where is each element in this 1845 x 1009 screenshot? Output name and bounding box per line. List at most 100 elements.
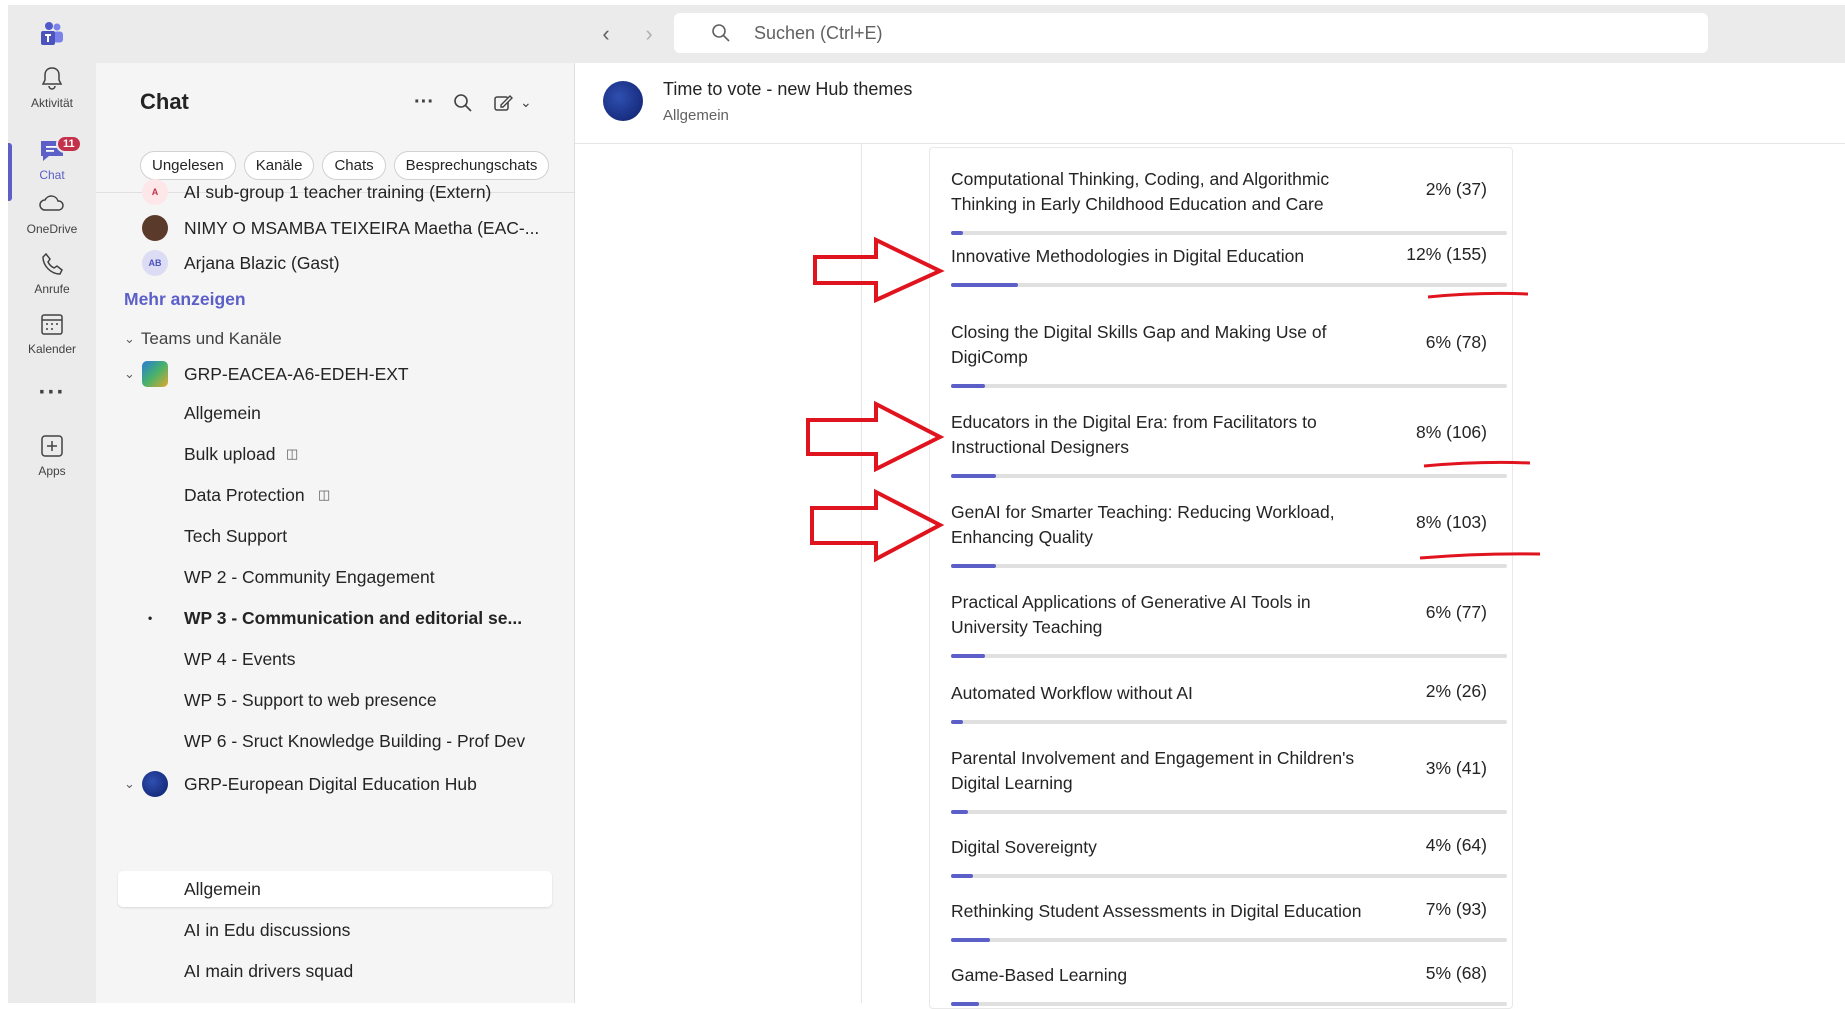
conversation-header: Time to vote - new Hub themes Allgemein (575, 63, 1845, 144)
rail-label: OneDrive (26, 222, 78, 236)
teams-section-header[interactable]: ⌄ Teams und Kanäle (124, 329, 282, 349)
calendar-icon (41, 314, 63, 335)
chat-name: AI sub-group 1 teacher training (Extern) (184, 181, 492, 202)
poll-progress-track (951, 720, 1507, 724)
channel-item[interactable]: WP 4 - Events (96, 642, 574, 676)
poll-progress-fill (951, 938, 991, 942)
channel-item[interactable]: WP 6 - Sruct Knowledge Building - Prof D… (96, 724, 574, 758)
teams-logo-icon[interactable] (36, 19, 66, 49)
team-item[interactable]: ⌄ GRP-EACEA-A6-EDEH-EXT (96, 357, 574, 391)
ellipsis-icon: ··· (38, 379, 66, 406)
chat-item[interactable]: NIMY O MSAMBA TEIXEIRA Maetha (EAC-... (96, 211, 574, 245)
channel-item[interactable]: AI main drivers squad (96, 954, 574, 988)
thread-divider (861, 143, 862, 1003)
channel-name: WP 6 - Sruct Knowledge Building - Prof D… (184, 730, 526, 751)
chevron-down-icon[interactable]: ⌄ (520, 94, 532, 111)
poll-progress-fill (951, 231, 963, 235)
channel-name[interactable]: Allgemein (663, 107, 729, 124)
chevron-down-icon: ⌄ (124, 366, 135, 381)
conversation-title: Time to vote - new Hub themes (663, 79, 913, 99)
channel-item[interactable]: WP 5 - Support to web presence (96, 683, 574, 717)
title-bar: ‹ › Suchen (Ctrl+E) (8, 5, 1845, 63)
channel-item[interactable]: WP 2 - Community Engagement (96, 560, 574, 594)
rail-onedrive[interactable]: OneDrive (8, 189, 96, 255)
poll-option-result: 3% (41) (1425, 758, 1487, 778)
poll-progress-track (951, 938, 1507, 942)
team-name: GRP-EACEA-A6-EDEH-EXT (184, 363, 409, 384)
back-arrow-icon[interactable]: ‹ (593, 21, 619, 47)
team-name: GRP-European Digital Education Hub (184, 773, 477, 794)
poll-option-result: 2% (26) (1425, 681, 1487, 701)
poll-option-result: 5% (68) (1425, 963, 1487, 983)
poll-progress-fill (951, 654, 985, 658)
section-label: Teams und Kanäle (140, 329, 282, 348)
panel-actions: ··· ⌄ (414, 91, 532, 114)
avatar (142, 215, 168, 241)
bell-icon (41, 67, 63, 90)
poll-card (929, 147, 1513, 1009)
poll-option-result: 6% (78) (1425, 332, 1487, 352)
app-rail: Aktivität 11 Chat OneDrive Anrufe Kalend… (8, 63, 96, 1003)
more-options-icon[interactable]: ··· (414, 91, 434, 114)
unread-badge: 11 (56, 135, 82, 153)
poll-option-result: 2% (37) (1425, 179, 1487, 199)
rail-label: Chat (39, 168, 65, 182)
poll-progress-track (951, 283, 1507, 287)
channel-item[interactable]: Allgemein (96, 396, 574, 430)
poll-option-label: Educators in the Digital Era: from Facil… (951, 412, 1317, 457)
lock-icon: ◫ (318, 487, 331, 502)
channel-item[interactable]: Data Protection ◫ (96, 478, 574, 512)
channel-name: Allgemein (184, 402, 261, 423)
new-chat-icon[interactable] (492, 92, 514, 114)
poll-progress-fill (951, 384, 985, 388)
channel-name: AI in Edu discussions (184, 919, 351, 940)
team-avatar (603, 81, 643, 121)
chat-item[interactable]: A AI sub-group 1 teacher training (Exter… (96, 175, 574, 209)
channel-name: Tech Support (184, 525, 288, 546)
search-input[interactable]: Suchen (Ctrl+E) (674, 13, 1708, 53)
team-item[interactable]: ⌄ GRP-European Digital Education Hub (96, 767, 574, 801)
search-icon[interactable] (452, 92, 474, 114)
channel-item-unread[interactable]: • WP 3 - Communication and editorial se..… (96, 601, 574, 635)
rail-label: Anrufe (34, 282, 70, 296)
chat-name: Arjana Blazic (Gast) (184, 252, 340, 273)
lock-icon: ◫ (286, 446, 299, 461)
add-app-icon (41, 435, 63, 457)
team-avatar (142, 361, 168, 387)
chat-name: NIMY O MSAMBA TEIXEIRA Maetha (EAC-... (184, 217, 540, 238)
unread-dot-icon: • (148, 611, 153, 625)
poll-option-label: Closing the Digital Skills Gap and Makin… (951, 322, 1327, 367)
poll-option-label: Innovative Methodologies in Digital Educ… (951, 246, 1305, 266)
show-more-link[interactable]: Mehr anzeigen (124, 289, 246, 310)
poll-progress-track (951, 231, 1507, 235)
poll-option-label: Practical Applications of Generative AI … (951, 592, 1311, 637)
rail-label: Apps (38, 464, 66, 478)
rail-activity[interactable]: Aktivität (8, 63, 96, 129)
channel-item-selected[interactable]: Allgemein (96, 872, 574, 906)
channel-item[interactable]: Tech Support (96, 519, 574, 553)
channel-name: Allgemein (184, 878, 261, 899)
channel-name: WP 5 - Support to web presence (184, 689, 437, 710)
chat-item[interactable]: AB Arjana Blazic (Gast) (96, 246, 574, 280)
chat-panel: Chat ··· ⌄ Ungelesen Kanäle Chats Bespre… (96, 63, 574, 1003)
poll-progress-fill (951, 283, 1019, 287)
forward-arrow-icon[interactable]: › (636, 21, 662, 47)
poll-option-result: 6% (77) (1425, 602, 1487, 622)
rail-label: Aktivität (30, 96, 73, 110)
rail-apps[interactable]: Apps (8, 431, 96, 497)
more-apps-button[interactable]: ··· (8, 379, 96, 419)
rail-label: Kalender (27, 342, 77, 356)
poll-progress-fill (951, 810, 968, 814)
poll-option-label: Rethinking Student Assessments in Digita… (951, 901, 1362, 921)
team-avatar (142, 771, 168, 797)
panel-title: Chat (140, 89, 189, 114)
chevron-down-icon: ⌄ (124, 776, 135, 791)
channel-item[interactable]: Bulk upload ◫ (96, 437, 574, 471)
poll-progress-track (951, 384, 1507, 388)
channel-item[interactable]: AI in Edu discussions (96, 913, 574, 947)
rail-calls[interactable]: Anrufe (8, 249, 96, 315)
poll-progress-track (951, 810, 1507, 814)
rail-calendar[interactable]: Kalender (8, 309, 96, 375)
poll-option-label: Game-Based Learning (951, 965, 1128, 985)
channel-name: WP 2 - Community Engagement (184, 566, 435, 587)
